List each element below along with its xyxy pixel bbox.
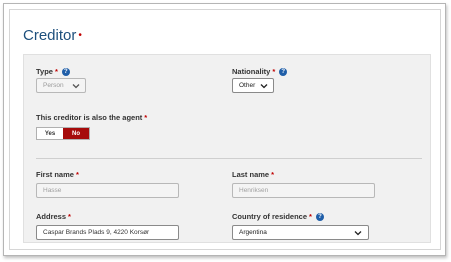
address-input[interactable]: Caspar Brands Plads 9, 4220 Korsør bbox=[36, 225, 179, 240]
country-label-text: Country of residence bbox=[232, 212, 308, 221]
type-select: Person bbox=[36, 78, 86, 93]
agent-required-marker: * bbox=[144, 113, 148, 122]
first-name-label: First name * bbox=[36, 170, 79, 179]
nationality-label: Nationality * ? bbox=[232, 67, 288, 76]
type-select-value: Person bbox=[43, 82, 64, 89]
type-label: Type * ? bbox=[36, 67, 70, 76]
section-title-text: Creditor bbox=[23, 27, 77, 44]
required-marker: • bbox=[78, 30, 82, 41]
last-name-label-text: Last name bbox=[232, 170, 270, 179]
help-icon[interactable]: ? bbox=[279, 67, 288, 76]
chevron-down-icon bbox=[260, 84, 268, 89]
agent-no-button[interactable]: No bbox=[63, 128, 89, 139]
country-select-value: Argentina bbox=[239, 229, 267, 236]
address-value: Caspar Brands Plads 9, 4220 Korsør bbox=[43, 229, 150, 236]
country-select[interactable]: Argentina bbox=[232, 225, 369, 240]
creditor-card: Creditor • Type * ? Person Nationality * … bbox=[9, 9, 441, 250]
chevron-down-icon bbox=[72, 84, 80, 89]
country-required-marker: * bbox=[309, 212, 312, 221]
agent-toggle-label-text: This creditor is also the agent bbox=[36, 113, 143, 122]
first-name-input: Hasse bbox=[36, 183, 179, 198]
window-frame: Creditor • Type * ? Person Nationality * … bbox=[3, 3, 446, 256]
nationality-label-text: Nationality bbox=[232, 67, 271, 76]
last-name-value: Henriksen bbox=[239, 187, 269, 194]
last-name-input: Henriksen bbox=[232, 183, 375, 198]
help-icon[interactable]: ? bbox=[61, 67, 70, 76]
first-name-value: Hasse bbox=[43, 187, 62, 194]
divider bbox=[36, 158, 422, 159]
agent-toggle-label: This creditor is also the agent * bbox=[36, 113, 147, 122]
last-name-required-marker: * bbox=[271, 170, 275, 179]
first-name-required-marker: * bbox=[75, 170, 79, 179]
address-label: Address * bbox=[36, 212, 71, 221]
agent-toggle: Yes No bbox=[36, 127, 90, 140]
country-label: Country of residence * ? bbox=[232, 212, 324, 221]
address-label-text: Address bbox=[36, 212, 67, 221]
address-required-marker: * bbox=[68, 212, 71, 221]
first-name-label-text: First name bbox=[36, 170, 74, 179]
type-required-marker: * bbox=[54, 67, 58, 76]
type-label-text: Type bbox=[36, 67, 53, 76]
last-name-label: Last name * bbox=[232, 170, 274, 179]
agent-yes-button[interactable]: Yes bbox=[37, 128, 63, 139]
chevron-down-icon bbox=[354, 231, 362, 236]
help-icon[interactable]: ? bbox=[315, 212, 324, 221]
nationality-select-value: Other bbox=[239, 82, 256, 89]
creditor-form-panel: Type * ? Person Nationality * ? Other Th… bbox=[23, 54, 431, 243]
nationality-required-marker: * bbox=[272, 67, 276, 76]
nationality-select[interactable]: Other bbox=[232, 78, 274, 93]
section-title: Creditor • bbox=[23, 27, 82, 44]
